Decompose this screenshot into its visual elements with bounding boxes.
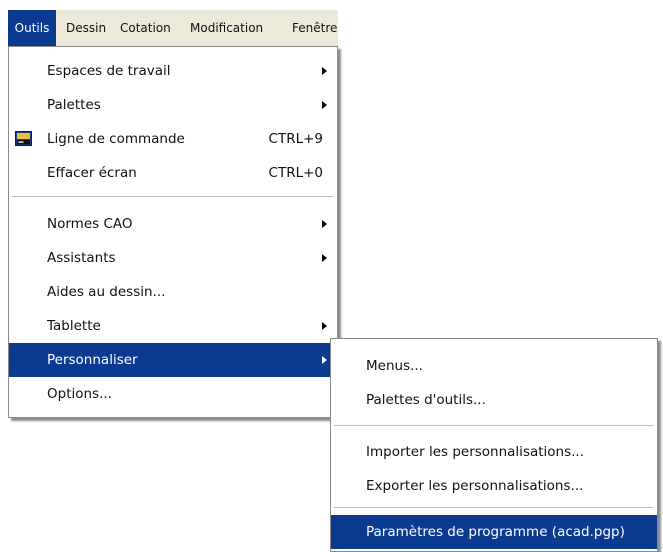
menu-item-aides-au-dessin[interactable]: Aides au dessin... bbox=[9, 275, 337, 309]
menu-item-label: Importer les personnalisations... bbox=[366, 444, 585, 460]
command-line-icon bbox=[15, 131, 32, 146]
menu-item-options[interactable]: Options... bbox=[9, 377, 337, 411]
menu-item-label: Menus... bbox=[366, 358, 423, 374]
personnaliser-submenu: Menus... Palettes d'outils... Importer l… bbox=[330, 338, 658, 552]
outils-menu: Espaces de travail Palettes Ligne de com… bbox=[8, 46, 338, 418]
menu-item-effacer-ecran[interactable]: Effacer écran CTRL+0 bbox=[9, 156, 337, 190]
menu-item-label: Ligne de commande bbox=[47, 131, 185, 147]
menu-item-label: Effacer écran bbox=[47, 165, 137, 181]
menu-separator bbox=[334, 425, 654, 426]
menu-item-assistants[interactable]: Assistants bbox=[9, 241, 337, 275]
submenu-item-exporter[interactable]: Exporter les personnalisations... bbox=[331, 469, 657, 503]
menubar-fenetre[interactable]: Fenêtre bbox=[292, 10, 337, 46]
menu-item-label: Espaces de travail bbox=[47, 63, 171, 79]
menu-item-normes-cao[interactable]: Normes CAO bbox=[9, 207, 337, 241]
submenu-item-parametres-programme[interactable]: Paramètres de programme (acad.pgp) bbox=[331, 515, 657, 549]
menu-item-label: Personnaliser bbox=[47, 352, 138, 368]
menu-item-label: Assistants bbox=[47, 250, 116, 266]
menu-item-label: Palettes bbox=[47, 97, 101, 113]
menu-bar: Outils Dessin Cotation Modification Fenê… bbox=[8, 10, 338, 47]
menu-separator bbox=[12, 196, 334, 197]
submenu-item-importer[interactable]: Importer les personnalisations... bbox=[331, 435, 657, 469]
menu-item-label: Exporter les personnalisations... bbox=[366, 478, 584, 494]
menu-item-label: Options... bbox=[47, 386, 112, 402]
menu-item-palettes[interactable]: Palettes bbox=[9, 88, 337, 122]
submenu-arrow-icon bbox=[322, 254, 327, 262]
submenu-item-palettes-outils[interactable]: Palettes d'outils... bbox=[331, 383, 657, 417]
submenu-arrow-icon bbox=[322, 322, 327, 330]
menubar-outils[interactable]: Outils bbox=[8, 10, 56, 46]
menu-item-personnaliser[interactable]: Personnaliser bbox=[9, 343, 337, 377]
menu-item-label: Aides au dessin... bbox=[47, 284, 166, 300]
menu-item-label: Tablette bbox=[47, 318, 101, 334]
shortcut-text: CTRL+9 bbox=[268, 131, 323, 147]
submenu-arrow-icon bbox=[322, 220, 327, 228]
menubar-dessin[interactable]: Dessin bbox=[66, 10, 106, 46]
shortcut-text: CTRL+0 bbox=[268, 165, 323, 181]
menu-item-espaces-de-travail[interactable]: Espaces de travail bbox=[9, 54, 337, 88]
menubar-cotation[interactable]: Cotation bbox=[120, 10, 171, 46]
menu-item-label: Palettes d'outils... bbox=[366, 392, 486, 408]
menu-item-label: Normes CAO bbox=[47, 216, 133, 232]
submenu-arrow-icon bbox=[322, 101, 327, 109]
submenu-item-menus[interactable]: Menus... bbox=[331, 349, 657, 383]
menu-item-label: Paramètres de programme (acad.pgp) bbox=[366, 524, 625, 540]
submenu-arrow-icon bbox=[322, 356, 327, 364]
menu-item-tablette[interactable]: Tablette bbox=[9, 309, 337, 343]
menubar-modification[interactable]: Modification bbox=[190, 10, 263, 46]
menu-separator bbox=[334, 507, 654, 508]
submenu-arrow-icon bbox=[322, 67, 327, 75]
menu-item-ligne-de-commande[interactable]: Ligne de commande CTRL+9 bbox=[9, 122, 337, 156]
